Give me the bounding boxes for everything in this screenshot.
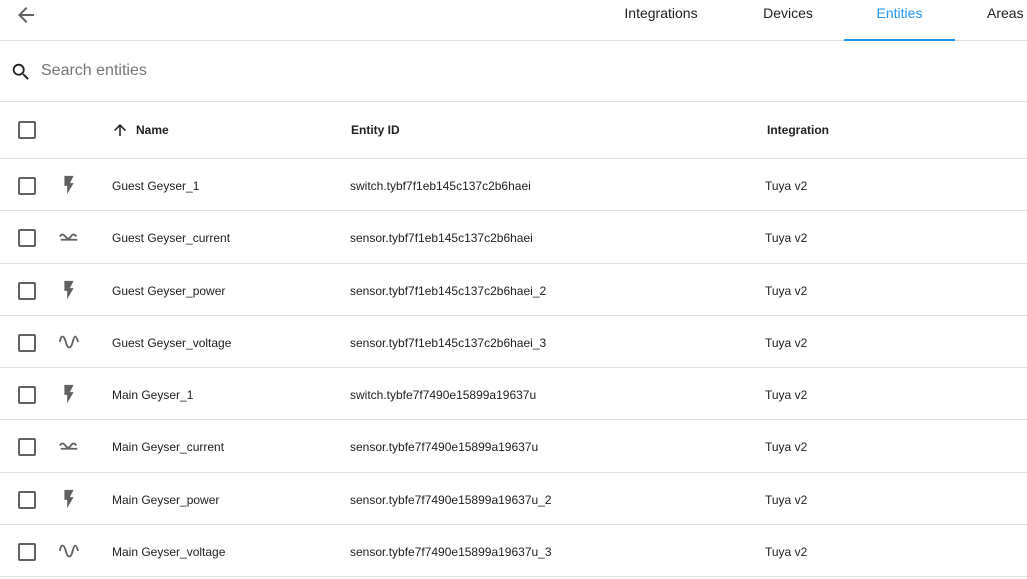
entities-table-body: Guest Geyser_1 switch.tybf7f1eb145c137c2…: [0, 159, 1027, 578]
row-checkbox[interactable]: [18, 281, 36, 300]
back-arrow-icon[interactable]: [14, 3, 38, 27]
entity-integration: Tuya v2: [765, 179, 808, 193]
tab-devices-label: Devices: [763, 5, 813, 21]
entity-name: Guest Geyser_current: [112, 231, 231, 246]
column-header-entity-id[interactable]: Entity ID: [351, 123, 400, 137]
table-row[interactable]: Guest Geyser_current sensor.tybf7f1eb145…: [0, 211, 1027, 264]
entity-id: sensor.tybfe7f7490e15899a19637u_3: [350, 545, 552, 560]
entity-id: sensor.tybf7f1eb145c137c2b6haei_3: [350, 335, 547, 350]
entity-id: sensor.tybf7f1eb145c137c2b6haei_2: [350, 283, 547, 298]
row-checkbox[interactable]: [18, 177, 36, 195]
tab-areas[interactable]: Areas: [970, 0, 1027, 41]
search-icon: [10, 61, 32, 83]
entity-integration: Tuya v2: [765, 388, 808, 403]
entity-id: switch.tybfe7f7490e15899a19637u: [350, 388, 537, 403]
table-row[interactable]: Main Geyser_power sensor.tybfe7f7490e158…: [0, 473, 1027, 526]
tab-entities[interactable]: Entities: [844, 0, 955, 41]
entities-page: Integrations Devices Entities Areas Name…: [0, 0, 1027, 579]
entity-id: sensor.tybfe7f7490e15899a19637u: [350, 440, 539, 455]
entity-integration: Tuya v2: [765, 283, 808, 298]
entity-name: Main Geyser_power: [112, 492, 220, 507]
table-row[interactable]: Guest Geyser_1 switch.tybf7f1eb145c137c2…: [0, 159, 1027, 212]
entity-name: Main Geyser_voltage: [112, 545, 226, 560]
select-all-checkbox[interactable]: [18, 121, 36, 139]
table-row[interactable]: Main Geyser_1 switch.tybfe7f7490e15899a1…: [0, 368, 1027, 421]
tab-integrations-label: Integrations: [624, 5, 698, 21]
entity-integration: Tuya v2: [765, 231, 808, 246]
column-header-integration[interactable]: Integration: [767, 123, 829, 137]
flash-icon: [58, 488, 80, 510]
row-checkbox[interactable]: [18, 333, 36, 352]
arrow-up-icon[interactable]: [111, 121, 129, 139]
entity-id: sensor.tybfe7f7490e15899a19637u_2: [350, 492, 552, 507]
row-checkbox[interactable]: [18, 543, 36, 562]
row-checkbox[interactable]: [18, 490, 36, 509]
tab-integrations[interactable]: Integrations: [605, 0, 717, 41]
entity-name: Main Geyser_1: [112, 388, 194, 403]
entity-id: switch.tybf7f1eb145c137c2b6haei: [350, 179, 531, 193]
entity-id: sensor.tybf7f1eb145c137c2b6haei: [350, 231, 533, 246]
tab-devices[interactable]: Devices: [733, 0, 843, 41]
entity-integration: Tuya v2: [765, 545, 808, 560]
table-row[interactable]: Guest Geyser_power sensor.tybf7f1eb145c1…: [0, 264, 1027, 316]
table-row[interactable]: Guest Geyser_voltage sensor.tybf7f1eb145…: [0, 316, 1027, 369]
column-header-name[interactable]: Name: [136, 123, 169, 137]
entity-integration: Tuya v2: [765, 492, 808, 507]
flash-icon: [58, 174, 80, 196]
current-icon: [58, 226, 80, 248]
sine-wave-icon: [58, 331, 80, 353]
row-checkbox[interactable]: [18, 438, 36, 457]
search-bar: [0, 41, 1027, 102]
row-checkbox[interactable]: [18, 386, 36, 405]
sine-wave-icon: [58, 540, 80, 562]
entity-name: Main Geyser_current: [112, 440, 225, 455]
current-icon: [58, 435, 80, 457]
flash-icon: [58, 279, 80, 301]
entity-integration: Tuya v2: [765, 440, 808, 455]
entity-name: Guest Geyser_1: [112, 179, 200, 193]
entity-name: Guest Geyser_voltage: [112, 335, 232, 350]
table-header: Name Entity ID Integration: [0, 102, 1027, 159]
entity-name: Guest Geyser_power: [112, 283, 226, 298]
flash-icon: [58, 383, 80, 405]
entity-integration: Tuya v2: [765, 335, 808, 350]
top-bar: Integrations Devices Entities Areas: [0, 0, 1027, 41]
search-input[interactable]: [41, 59, 641, 83]
row-checkbox[interactable]: [18, 229, 36, 248]
tab-areas-label: Areas: [987, 5, 1024, 21]
tab-entities-label: Entities: [876, 5, 923, 21]
table-row[interactable]: Main Geyser_voltage sensor.tybfe7f7490e1…: [0, 525, 1027, 578]
table-row[interactable]: Main Geyser_current sensor.tybfe7f7490e1…: [0, 420, 1027, 473]
